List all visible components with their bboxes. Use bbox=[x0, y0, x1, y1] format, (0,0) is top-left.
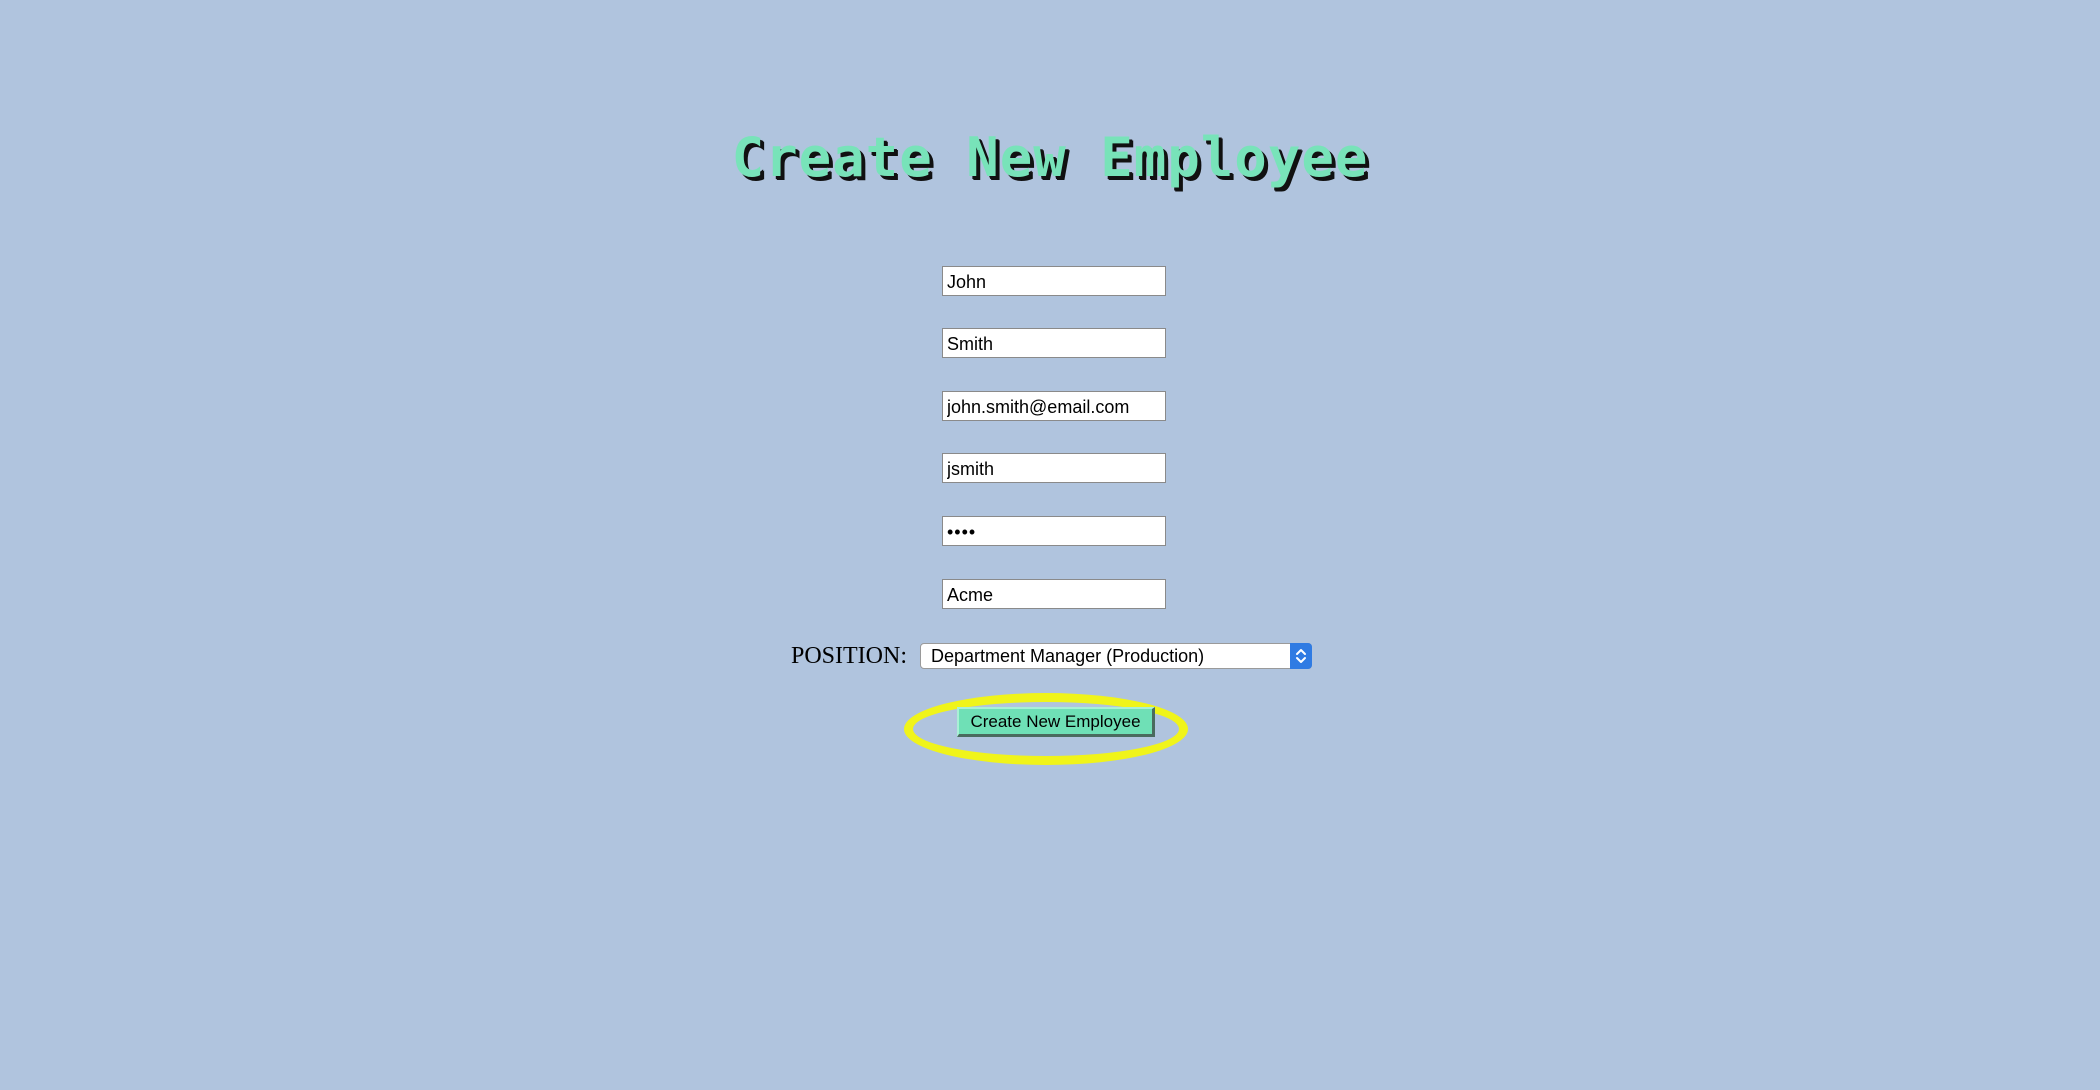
company-field[interactable] bbox=[942, 579, 1166, 609]
page-title: Create New Employee bbox=[731, 126, 1369, 189]
chevron-up-down-icon[interactable] bbox=[1290, 643, 1312, 669]
email-field[interactable] bbox=[942, 391, 1166, 421]
create-new-employee-button[interactable]: Create New Employee bbox=[957, 707, 1155, 737]
position-selected-value: Department Manager (Production) bbox=[931, 646, 1205, 666]
last-name-field[interactable] bbox=[942, 328, 1166, 358]
first-name-field[interactable] bbox=[942, 266, 1166, 296]
position-label: POSITION: bbox=[791, 643, 908, 669]
password-field[interactable] bbox=[942, 516, 1166, 546]
username-field[interactable] bbox=[942, 453, 1166, 483]
position-select[interactable]: Department Manager (Production) bbox=[920, 643, 1312, 669]
